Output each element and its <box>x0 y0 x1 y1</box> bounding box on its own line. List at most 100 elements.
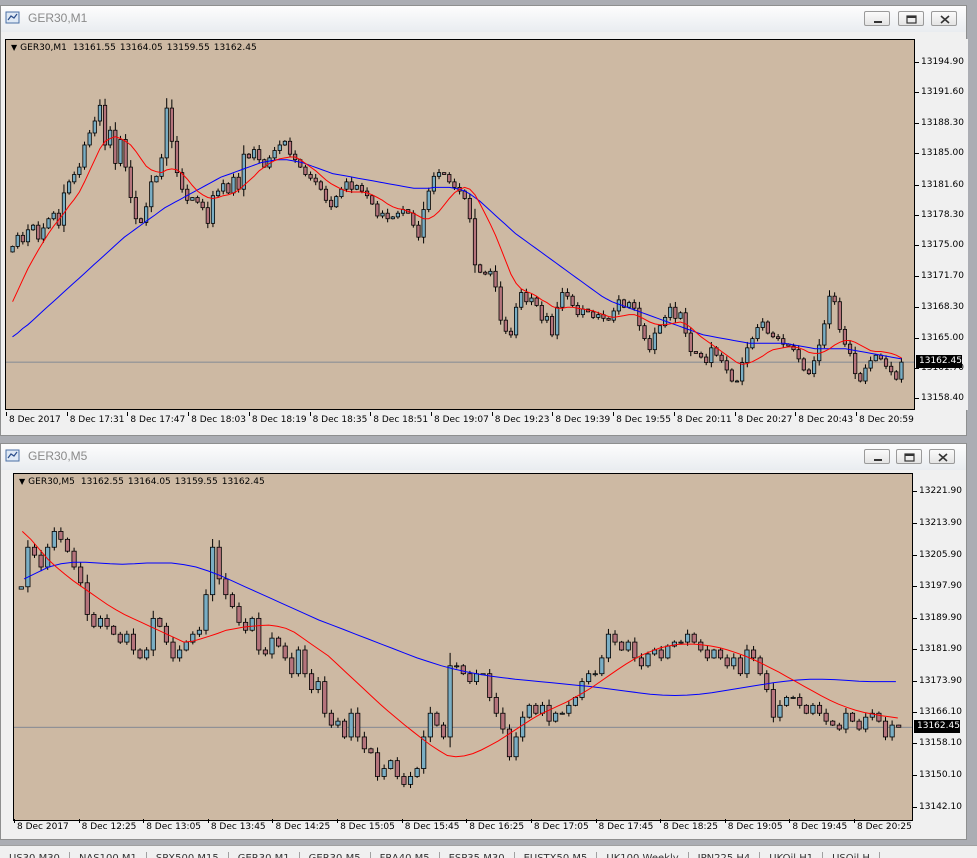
candle-body <box>823 712 829 722</box>
candle-body <box>513 736 519 758</box>
window-titlebar[interactable]: GER30,M1 <box>1 6 966 32</box>
time-tick-label: 8 Dec 19:07 <box>431 412 489 425</box>
candle-body <box>249 617 255 631</box>
restore-button[interactable] <box>898 11 924 26</box>
candle-body <box>757 657 763 675</box>
candle <box>426 187 431 213</box>
price-axis[interactable]: 13194.90 13191.60 13188.30 13185.00 13181.60… <box>915 39 968 410</box>
candle-body <box>236 606 242 623</box>
candle-body <box>665 645 671 659</box>
candle <box>691 632 697 644</box>
restore-icon <box>906 15 917 24</box>
close-button[interactable] <box>929 449 955 464</box>
candle <box>203 589 209 635</box>
candle <box>657 324 663 334</box>
chart-tab[interactable]: GER30,M1 <box>229 852 300 858</box>
candle-body <box>873 354 878 362</box>
price-tick-label: 13194.90 <box>915 56 964 67</box>
candle-body <box>751 649 757 659</box>
chart-symbol: GER30,M5 <box>28 477 75 487</box>
ohlc-close: 13162.45 <box>213 43 257 53</box>
candle-body <box>447 174 452 183</box>
chart-tab[interactable]: US30,M30 <box>0 852 70 858</box>
candle-body <box>289 657 295 675</box>
window-titlebar[interactable]: GER30,M5 <box>1 444 966 470</box>
candle-body <box>842 328 847 345</box>
candle-body <box>586 673 592 683</box>
candle-body <box>868 360 873 369</box>
candle-body <box>102 104 108 146</box>
time-tick-label: 8 Dec 13:05 <box>143 819 202 832</box>
candle <box>58 527 64 543</box>
chart-tab[interactable]: UKOil,H1 <box>760 852 824 858</box>
candle <box>374 747 381 781</box>
candle <box>454 662 460 669</box>
price-tick-label: 13205.90 <box>913 549 962 560</box>
candle <box>416 220 421 241</box>
chart-tab[interactable]: NAS100,M1 <box>70 852 147 858</box>
candle-body <box>570 295 575 306</box>
candle-body <box>830 720 836 726</box>
chart-tab[interactable]: JPN225,H4 <box>689 852 761 858</box>
price-axis[interactable]: 13221.90 13213.90 13205.90 13197.90 13189.90… <box>913 473 966 821</box>
candle-body <box>849 712 856 722</box>
candle-body <box>503 319 508 332</box>
candle-body <box>765 321 770 334</box>
candle-body <box>354 185 359 190</box>
chart-tab[interactable]: FRA40,M5 <box>371 852 440 858</box>
time-tick-label: 8 Dec 19:55 <box>613 412 671 425</box>
chart-tab[interactable]: SPX500,M15 <box>147 852 229 858</box>
price-chart-plot[interactable]: ▼ GER30,M1 13161.55 13164.05 13159.55 13162.4… <box>5 39 915 410</box>
candle-body <box>745 347 750 363</box>
candle-body <box>770 332 776 338</box>
candle-body <box>51 212 56 220</box>
candle <box>407 771 414 789</box>
candle <box>388 759 394 770</box>
time-tick-label: 8 Dec 17:05 <box>530 819 589 832</box>
candle <box>177 645 183 662</box>
chart-tab[interactable]: GER30,M5 <box>300 852 371 858</box>
candle <box>61 184 67 232</box>
dropdown-triangle-icon[interactable]: ▼ <box>19 477 25 486</box>
dropdown-triangle-icon[interactable]: ▼ <box>11 43 17 52</box>
candle <box>368 747 374 754</box>
candle <box>533 703 539 716</box>
candle-body <box>858 373 863 382</box>
candle-body <box>718 649 724 659</box>
chart-tab[interactable]: USOil,H <box>823 852 880 858</box>
candle-body <box>61 192 67 226</box>
candle-body <box>452 181 457 188</box>
chart-tab[interactable]: UK100,Weekly <box>597 852 689 858</box>
candle-body <box>328 712 334 726</box>
candle-body <box>78 566 84 584</box>
time-axis[interactable]: 8 Dec 2017 8 Dec 17:31 8 Dec 17:47 8 Dec 18… <box>5 412 915 428</box>
candle-body <box>277 144 282 151</box>
close-button[interactable] <box>931 11 957 26</box>
candle <box>770 331 776 339</box>
time-axis[interactable]: 8 Dec 2017 8 Dec 12:25 8 Dec 13:05 8 Dec 13… <box>13 819 913 835</box>
price-chart-plot[interactable]: ▼ GER30,M5 13162.55 13164.05 13159.55 13162.4… <box>13 473 913 821</box>
candle <box>334 195 339 208</box>
candle <box>282 140 287 146</box>
candle <box>822 320 827 349</box>
price-tick-label: 13181.60 <box>915 179 964 190</box>
restore-button[interactable] <box>896 449 922 464</box>
candle-body <box>894 371 899 380</box>
minimize-button[interactable] <box>864 11 890 26</box>
candle <box>431 172 436 195</box>
candle-body <box>38 554 44 568</box>
candle <box>302 645 308 678</box>
ohlc-high: 13164.05 <box>127 477 171 487</box>
candle-body <box>149 181 154 208</box>
candle-body <box>221 183 226 192</box>
candle <box>400 205 406 217</box>
candle-body <box>92 120 97 134</box>
candle-body <box>487 673 493 698</box>
candle <box>869 709 875 721</box>
chart-window-icon <box>5 449 20 462</box>
minimize-button[interactable] <box>864 449 890 464</box>
candle-body <box>647 338 652 351</box>
candle <box>323 185 329 204</box>
chart-tab[interactable]: EUSTX50,M5 <box>515 852 598 858</box>
chart-tab[interactable]: ESP35,M30 <box>440 852 515 858</box>
